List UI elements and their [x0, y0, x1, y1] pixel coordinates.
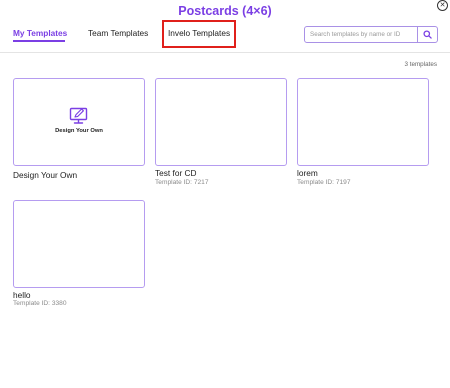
design-your-own-name: Design Your Own: [13, 170, 78, 180]
template-card-thumbnail[interactable]: [297, 78, 429, 166]
template-id: Template ID: 3380: [13, 300, 67, 307]
highlight-annotation: [162, 20, 236, 48]
page-title: Postcards (4×6): [178, 4, 272, 18]
active-tab-indicator: [13, 40, 65, 42]
template-name: hello: [13, 290, 31, 300]
monitor-edit-icon: [69, 107, 88, 124]
design-your-own-inner-label: Design Your Own: [55, 128, 103, 134]
search-input[interactable]: [305, 27, 417, 42]
search-button[interactable]: [417, 27, 437, 42]
tab-my-templates[interactable]: My Templates: [13, 28, 67, 38]
template-picker-page: Postcards (4×6) ✕ My Templates Team Temp…: [0, 0, 450, 388]
close-icon[interactable]: ✕: [437, 0, 448, 11]
template-id: Template ID: 7197: [297, 179, 351, 186]
template-id: Template ID: 7217: [155, 179, 209, 186]
tab-team-templates[interactable]: Team Templates: [88, 28, 148, 38]
design-your-own-content: Design Your Own: [14, 107, 144, 134]
search-icon: [423, 30, 432, 39]
design-your-own-card[interactable]: Design Your Own: [13, 78, 145, 166]
template-card-thumbnail[interactable]: [155, 78, 287, 166]
template-card-thumbnail[interactable]: [13, 200, 145, 288]
header-divider: [0, 52, 450, 53]
template-count: 3 templates: [404, 61, 437, 68]
template-name: lorem: [297, 168, 318, 178]
search-box: [304, 26, 438, 43]
template-name: Test for CD: [155, 168, 197, 178]
